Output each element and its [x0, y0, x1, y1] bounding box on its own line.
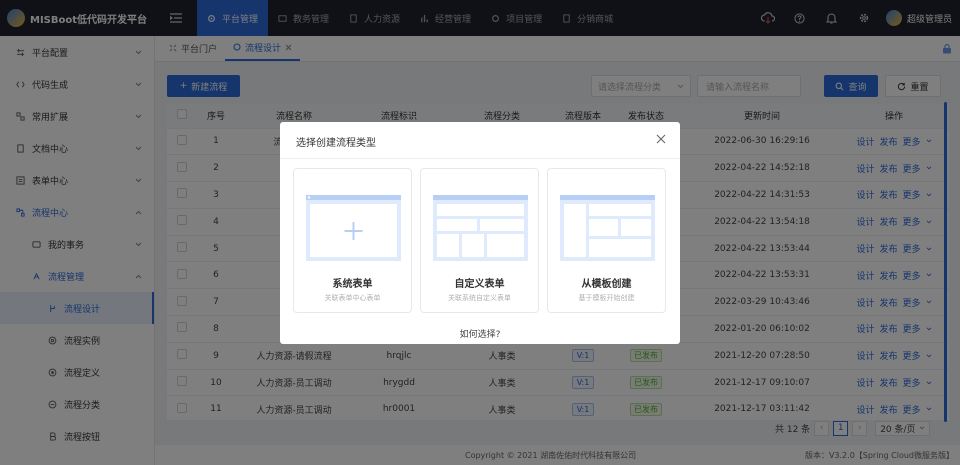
custom-form-illustration [433, 195, 528, 261]
card-title: 系统表单 [332, 279, 373, 290]
card-subtitle: 基于模板开始创建 [578, 294, 635, 302]
create-flow-dialog: 选择创建流程类型 系统表单 关联表单中心表单 自定义表单 关联系统自定义表单 从… [280, 122, 680, 344]
close-icon[interactable] [656, 134, 666, 144]
system-form-card[interactable]: 系统表单 关联表单中心表单 [293, 168, 412, 313]
system-form-illustration [306, 195, 401, 261]
card-title: 从模板创建 [581, 279, 632, 290]
card-title: 自定义表单 [454, 279, 505, 290]
how-to-choose-link[interactable]: 如何选择? [280, 327, 680, 340]
custom-form-card[interactable]: 自定义表单 关联系统自定义表单 [420, 168, 539, 313]
dialog-title: 选择创建流程类型 [296, 138, 376, 149]
template-card[interactable]: 从模板创建 基于模板开始创建 [547, 168, 666, 313]
divider [280, 158, 680, 159]
card-subtitle: 关联表单中心表单 [324, 294, 381, 302]
template-illustration [560, 195, 655, 261]
card-subtitle: 关联系统自定义表单 [448, 294, 511, 302]
